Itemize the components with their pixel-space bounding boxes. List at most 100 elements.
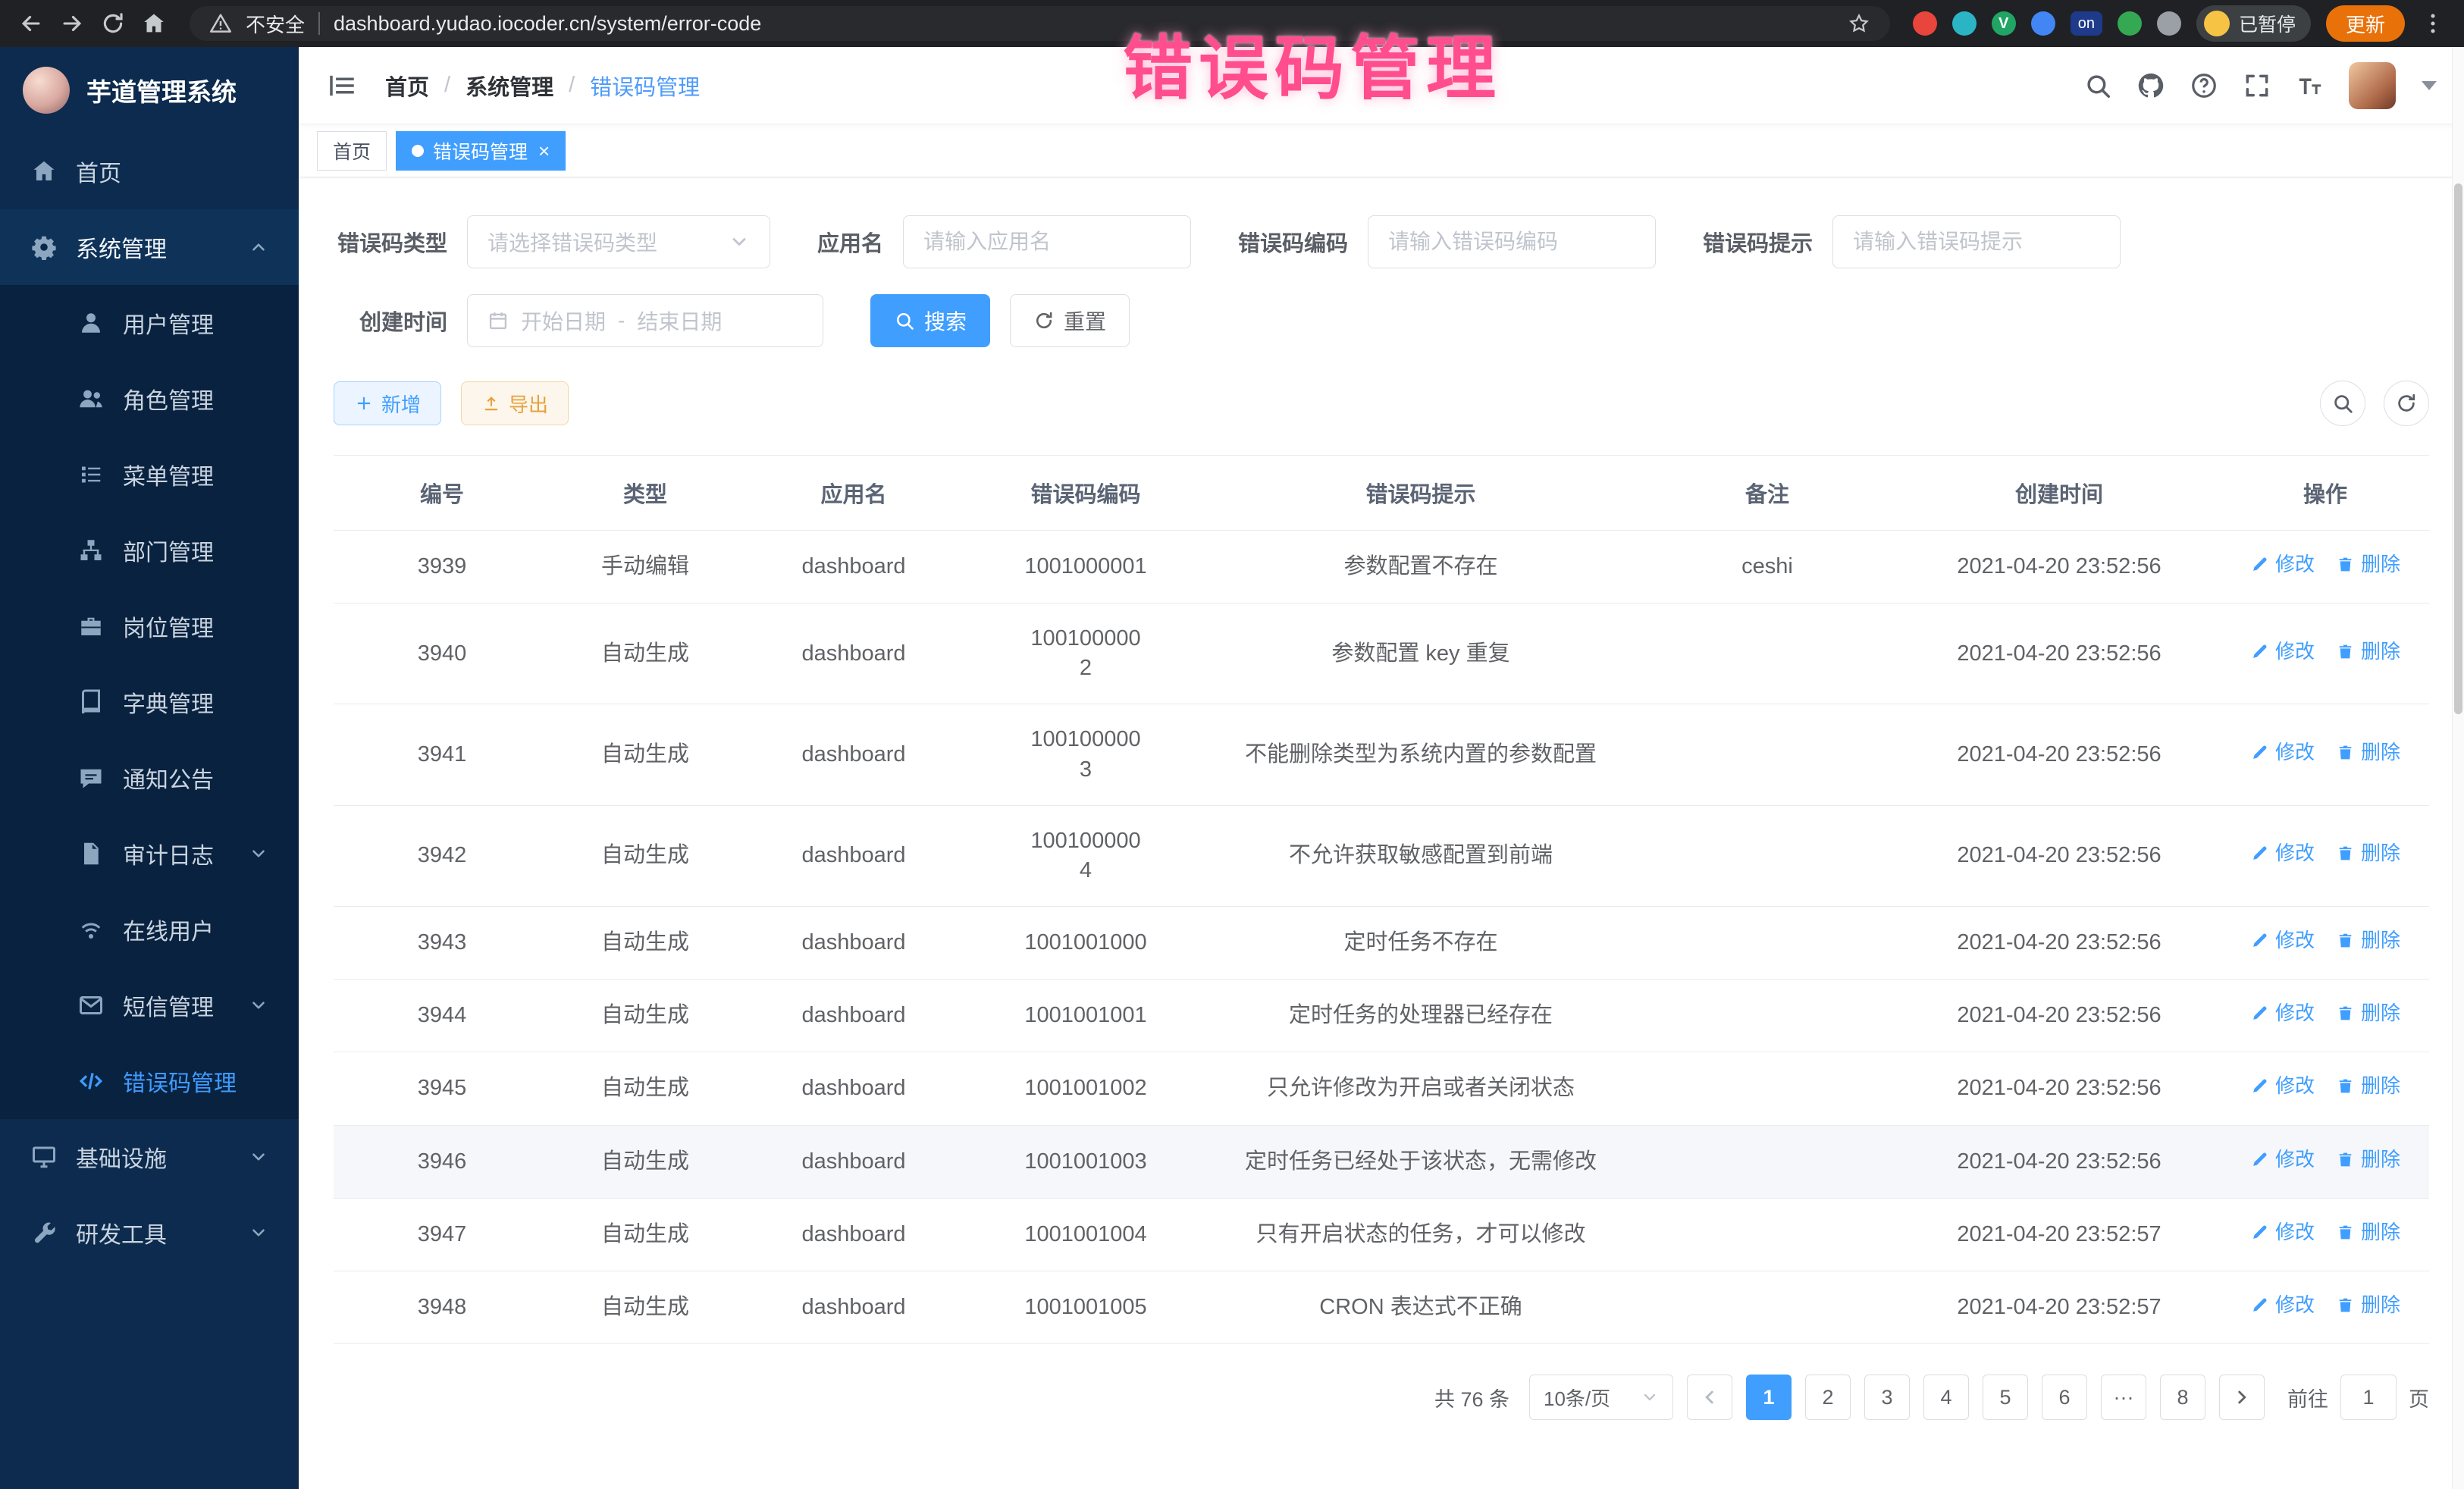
delete-button[interactable]: 删除 bbox=[2336, 927, 2400, 954]
sidebar-item-notice[interactable]: 通知公告 bbox=[0, 740, 299, 816]
sidebar-item-sms-management[interactable]: 短信管理 bbox=[0, 967, 299, 1043]
bookmark-star-icon[interactable] bbox=[1848, 12, 1870, 35]
code-icon bbox=[77, 1067, 105, 1095]
page-button-2[interactable]: 2 bbox=[1805, 1375, 1851, 1420]
ext-on-icon[interactable]: on bbox=[2071, 11, 2102, 36]
ext-teal-icon[interactable] bbox=[1952, 11, 1977, 36]
edit-button[interactable]: 修改 bbox=[2250, 1292, 2315, 1318]
date-range-picker[interactable]: 开始日期 - 结束日期 bbox=[467, 294, 823, 347]
update-button[interactable]: 更新 bbox=[2326, 5, 2405, 42]
edit-button[interactable]: 修改 bbox=[2250, 551, 2315, 578]
page-button-1[interactable]: 1 bbox=[1746, 1375, 1792, 1420]
help-button[interactable] bbox=[2190, 71, 2218, 100]
address-bar[interactable]: 不安全 dashboard.yudao.iocoder.cn/system/er… bbox=[190, 6, 1890, 41]
breadcrumb-item[interactable]: 系统管理 bbox=[466, 70, 553, 102]
sidebar-item-dev-tools[interactable]: 研发工具 bbox=[0, 1195, 299, 1271]
browser-home-button[interactable] bbox=[141, 11, 167, 36]
add-button[interactable]: 新增 bbox=[334, 381, 441, 425]
sidebar-item-home[interactable]: 首页 bbox=[0, 133, 299, 209]
logo-row[interactable]: 芋道管理系统 bbox=[0, 47, 299, 133]
cell-id: 3940 bbox=[334, 603, 550, 704]
sidebar-item-online-user[interactable]: 在线用户 bbox=[0, 892, 299, 967]
delete-button[interactable]: 删除 bbox=[2336, 551, 2400, 578]
fullscreen-button[interactable] bbox=[2243, 71, 2271, 100]
tab-home[interactable]: 首页 bbox=[317, 131, 387, 171]
error-hint-input[interactable] bbox=[1832, 215, 2121, 268]
ext-green-v-icon[interactable]: V bbox=[1992, 11, 2016, 36]
toggle-search-button[interactable] bbox=[2320, 381, 2365, 426]
ext-red-icon[interactable] bbox=[1913, 11, 1937, 36]
browser-back-button[interactable] bbox=[18, 11, 44, 36]
forward-icon bbox=[59, 11, 85, 36]
error-type-select[interactable]: 请选择错误码类型 bbox=[467, 215, 770, 268]
edit-button[interactable]: 修改 bbox=[2250, 638, 2315, 665]
filter-error-hint: 错误码提示 bbox=[1703, 215, 2121, 268]
delete-button[interactable]: 删除 bbox=[2336, 1146, 2400, 1173]
tab-error-code[interactable]: 错误码管理× bbox=[396, 131, 566, 171]
page-button-3[interactable]: 3 bbox=[1864, 1375, 1910, 1420]
next-page-button[interactable] bbox=[2219, 1375, 2265, 1420]
sidebar-item-system-management[interactable]: 系统管理 bbox=[0, 209, 299, 285]
delete-button[interactable]: 删除 bbox=[2336, 638, 2400, 665]
sidebar-item-audit-log[interactable]: 审计日志 bbox=[0, 816, 299, 892]
prev-page-button[interactable] bbox=[1687, 1375, 1732, 1420]
page-button-6[interactable]: 6 bbox=[2042, 1375, 2087, 1420]
ext-green-icon[interactable] bbox=[2118, 11, 2142, 36]
delete-button[interactable]: 删除 bbox=[2336, 1292, 2400, 1318]
page-button-4[interactable]: 4 bbox=[1923, 1375, 1969, 1420]
edit-button[interactable]: 修改 bbox=[2250, 739, 2315, 766]
sidebar-item-infrastructure[interactable]: 基础设施 bbox=[0, 1119, 299, 1195]
sidebar-toggle-button[interactable] bbox=[326, 70, 358, 102]
sidebar-item-user-management[interactable]: 用户管理 bbox=[0, 285, 299, 361]
help-icon bbox=[2190, 71, 2218, 100]
search-button[interactable]: 搜索 bbox=[870, 294, 990, 347]
sidebar-item-error-code-management[interactable]: 错误码管理 bbox=[0, 1043, 299, 1119]
chevron-down-icon bbox=[249, 1223, 268, 1243]
goto-page-input[interactable] bbox=[2340, 1375, 2397, 1420]
sidebar-item-menu-management[interactable]: 菜单管理 bbox=[0, 437, 299, 513]
edit-button[interactable]: 修改 bbox=[2250, 840, 2315, 867]
delete-button[interactable]: 删除 bbox=[2336, 840, 2400, 867]
cell-message: 参数配置 key 重复 bbox=[1204, 603, 1638, 704]
tab-close-icon[interactable]: × bbox=[538, 141, 550, 161]
breadcrumb-item[interactable]: 首页 bbox=[385, 70, 429, 102]
sidebar-item-post-management[interactable]: 岗位管理 bbox=[0, 588, 299, 664]
page-scrollbar[interactable] bbox=[2452, 47, 2464, 1489]
cell-message: 不能删除类型为系统内置的参数配置 bbox=[1204, 704, 1638, 805]
page-button-5[interactable]: 5 bbox=[1983, 1375, 2028, 1420]
sidebar-item-dict-management[interactable]: 字典管理 bbox=[0, 664, 299, 740]
font-size-button[interactable] bbox=[2296, 71, 2324, 100]
sidebar-item-dept-management[interactable]: 部门管理 bbox=[0, 513, 299, 588]
header-search-button[interactable] bbox=[2083, 71, 2112, 100]
ext-gray-icon[interactable] bbox=[2157, 11, 2181, 36]
error-code-input[interactable] bbox=[1368, 215, 1656, 268]
delete-button[interactable]: 删除 bbox=[2336, 1000, 2400, 1027]
browser-menu-icon[interactable] bbox=[2420, 11, 2446, 36]
reset-button[interactable]: 重置 bbox=[1010, 294, 1130, 347]
trash-icon bbox=[2336, 1223, 2355, 1242]
refresh-table-button[interactable] bbox=[2384, 381, 2429, 426]
filter-row-2: 创建时间 开始日期 - 结束日期 搜索 重置 bbox=[334, 294, 2429, 347]
cell-code: 1001001001 bbox=[967, 980, 1204, 1052]
edit-button[interactable]: 修改 bbox=[2250, 927, 2315, 954]
app-name-input[interactable] bbox=[903, 215, 1191, 268]
edit-button[interactable]: 修改 bbox=[2250, 1146, 2315, 1173]
delete-button[interactable]: 删除 bbox=[2336, 739, 2400, 766]
ext-blue-icon[interactable] bbox=[2031, 11, 2055, 36]
delete-button[interactable]: 删除 bbox=[2336, 1073, 2400, 1099]
export-button[interactable]: 导出 bbox=[461, 381, 569, 425]
edit-button[interactable]: 修改 bbox=[2250, 1219, 2315, 1246]
page-size-select[interactable]: 10条/页 bbox=[1529, 1375, 1673, 1420]
sidebar-item-role-management[interactable]: 角色管理 bbox=[0, 361, 299, 437]
browser-forward-button[interactable] bbox=[59, 11, 85, 36]
scrollbar-thumb[interactable] bbox=[2454, 183, 2462, 714]
browser-reload-button[interactable] bbox=[100, 11, 126, 36]
page-button-8[interactable]: 8 bbox=[2160, 1375, 2205, 1420]
paused-badge[interactable]: 已暂停 bbox=[2196, 5, 2311, 42]
github-button[interactable] bbox=[2136, 71, 2165, 100]
delete-button[interactable]: 删除 bbox=[2336, 1219, 2400, 1246]
user-avatar[interactable] bbox=[2349, 62, 2396, 109]
edit-button[interactable]: 修改 bbox=[2250, 1073, 2315, 1099]
caret-down-icon[interactable] bbox=[2422, 81, 2437, 90]
edit-button[interactable]: 修改 bbox=[2250, 1000, 2315, 1027]
